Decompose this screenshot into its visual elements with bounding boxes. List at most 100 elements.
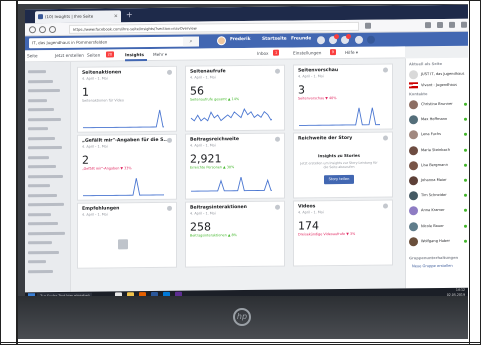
reload-icon[interactable] (49, 26, 56, 34)
insights-card[interactable]: Beitragsreichweite 4. April - 1. Mai 2,921… (185, 132, 285, 200)
page-tab-4[interactable]: Mehr ▾ (153, 52, 167, 57)
sidebar-nav-item[interactable] (28, 127, 48, 131)
sidebar-nav-item[interactable] (28, 202, 64, 207)
info-icon[interactable] (275, 68, 280, 74)
card-value: 3 (298, 83, 305, 97)
insights-card[interactable]: „Gefällt mir"-Angaben für die S... 4. Apr… (77, 133, 177, 201)
insights-card[interactable]: Seitenaktionen 4. April - 1. Mai 1 Seitenak… (77, 65, 177, 133)
info-icon[interactable] (383, 67, 388, 73)
sidebar-nav-item[interactable] (28, 269, 53, 273)
contact-avatar (409, 130, 418, 140)
contact-avatar (409, 145, 418, 155)
page-tab-badge: 1 (273, 49, 280, 56)
contact-list-item[interactable]: Johanna Maier (409, 176, 468, 187)
sidebar-nav-item[interactable] (28, 193, 57, 197)
info-icon[interactable] (167, 137, 172, 143)
facebook-search-input[interactable]: IT, das Jugendhaus in Pommersfelden (29, 36, 199, 49)
sidebar-nav-item[interactable] (28, 88, 60, 93)
sidebar-nav-item[interactable] (28, 231, 65, 235)
sidebar-nav-item[interactable] (28, 145, 62, 150)
sidebar-nav-item[interactable] (28, 174, 63, 178)
close-tab-icon[interactable]: × (114, 10, 118, 22)
sidebar-nav-item[interactable] (28, 136, 55, 140)
sidebar-nav-item[interactable] (28, 108, 54, 112)
left-sidebar (25, 61, 71, 293)
insights-card[interactable]: Reichweite der Story Insights zu Stories J… (293, 131, 393, 199)
insights-card[interactable]: Videos 4. April - 1. Mai 174 Dreisekündige … (293, 199, 393, 267)
sidebar-nav-item[interactable] (28, 250, 59, 254)
card-date-range: 4. April - 1. Mai (298, 210, 324, 215)
card-date-range: 4. April - 1. Mai (82, 212, 108, 217)
card-title: Seitenvorschau (298, 68, 339, 74)
contact-list-item[interactable]: Lisa Bergmann (409, 160, 468, 171)
card-value: 2 (82, 153, 89, 167)
insights-card[interactable]: Seitenvorschau 4. April - 1. Mai 3 Seitenvo… (293, 63, 393, 131)
new-tab-button[interactable]: + (126, 10, 134, 20)
page-tab-2[interactable]: Seiten (87, 53, 100, 58)
page-list-item[interactable]: JUST IT, das Jugendhaus (409, 70, 468, 81)
page-tab-6[interactable]: Einstellungen (293, 50, 321, 55)
contact-list-item[interactable]: Lena Fuchs (409, 130, 468, 141)
page-tab-5[interactable]: Inbox (257, 51, 268, 56)
story-text: Jetzt erstellen um Insights zur Story-Le… (300, 160, 378, 170)
sidebar-nav-item[interactable] (28, 260, 46, 264)
bookmark-star-icon[interactable] (365, 22, 371, 29)
contact-list-item[interactable]: Maria Steinbach (409, 145, 468, 156)
insights-card[interactable]: Beitragsinteraktionen 4. April - 1. Mai 25… (185, 200, 285, 268)
page-tab-1[interactable]: Jetzt erstellen (55, 53, 84, 58)
page-tab-3[interactable]: Insights (125, 52, 144, 57)
nav-friends-link[interactable]: Freunde (291, 36, 311, 41)
back-icon[interactable] (29, 26, 36, 34)
contact-list-item[interactable]: Christina Brunner (409, 100, 468, 111)
contact-list-item[interactable]: Wolfgang Huber (409, 236, 468, 247)
nav-profile-link[interactable]: Frederik (230, 37, 251, 42)
info-icon[interactable] (275, 136, 280, 142)
page-tab-badge: 9 (329, 49, 337, 56)
sidebar-icon[interactable] (437, 21, 443, 29)
sidebar-nav-item[interactable] (28, 155, 49, 159)
forward-icon[interactable] (39, 26, 46, 34)
contact-name: Nicole Bauer (421, 223, 444, 228)
menu-icon[interactable] (461, 21, 467, 28)
sidebar-nav-item[interactable] (28, 212, 51, 216)
share-story-button[interactable]: Story teilen (324, 174, 354, 185)
extension-icon[interactable] (449, 21, 455, 28)
library-icon[interactable] (425, 22, 431, 29)
insights-card[interactable]: Seitenaufrufe 4. April - 1. Mai 56 Seitenau… (185, 64, 285, 132)
info-icon[interactable] (167, 205, 172, 211)
contact-avatar (409, 115, 418, 125)
contact-list-item[interactable]: Anna Kramer (409, 206, 468, 217)
help-icon[interactable] (355, 35, 363, 44)
page-tab-badge: 20 (105, 51, 115, 58)
insights-card[interactable]: Empfehlungen 4. April - 1. Mai (77, 201, 177, 269)
contact-list-item[interactable]: Tim Schneider (409, 191, 468, 202)
nav-home-link[interactable]: Startseite (262, 37, 287, 42)
page-name: JUST IT, das Jugendhaus (421, 71, 465, 77)
create-group-link[interactable]: Neue Gruppe erstellen (412, 264, 453, 268)
page-list-item[interactable]: Vivant - Jugendhaus (409, 81, 468, 92)
contact-list-item[interactable]: Max Hoffmann (409, 115, 468, 126)
info-icon[interactable] (167, 69, 172, 75)
info-icon[interactable] (275, 204, 280, 210)
sidebar-nav-item[interactable] (28, 241, 52, 245)
page-tab-0[interactable]: Seite (27, 53, 38, 58)
sparkline-series (191, 176, 272, 192)
profile-avatar[interactable] (217, 36, 226, 46)
sidebar-nav-item[interactable] (28, 184, 50, 188)
sidebar-nav-item[interactable] (28, 79, 53, 83)
info-icon[interactable] (383, 135, 388, 141)
card-value: 2,921 (190, 152, 222, 166)
page-tab-7[interactable]: Hilfe ▾ (345, 50, 358, 55)
account-menu-icon[interactable] (367, 35, 375, 44)
contact-list-item[interactable]: Nicole Bauer (409, 221, 468, 232)
sidebar-nav-item[interactable] (28, 117, 61, 121)
search-icon[interactable]: ⌕ (183, 36, 199, 47)
address-bar[interactable]: https://www.facebook.com/ihre-seite/insi… (69, 21, 359, 34)
friend-requests-icon[interactable] (317, 36, 325, 45)
sidebar-nav-item[interactable] (28, 98, 47, 102)
sidebar-nav-item[interactable] (28, 221, 58, 226)
sidebar-nav-item[interactable] (28, 70, 46, 74)
browser-tab[interactable]: (10) Insights | Ihre Seite × (35, 10, 121, 24)
sidebar-nav-item[interactable] (28, 165, 56, 169)
info-icon[interactable] (383, 203, 388, 209)
